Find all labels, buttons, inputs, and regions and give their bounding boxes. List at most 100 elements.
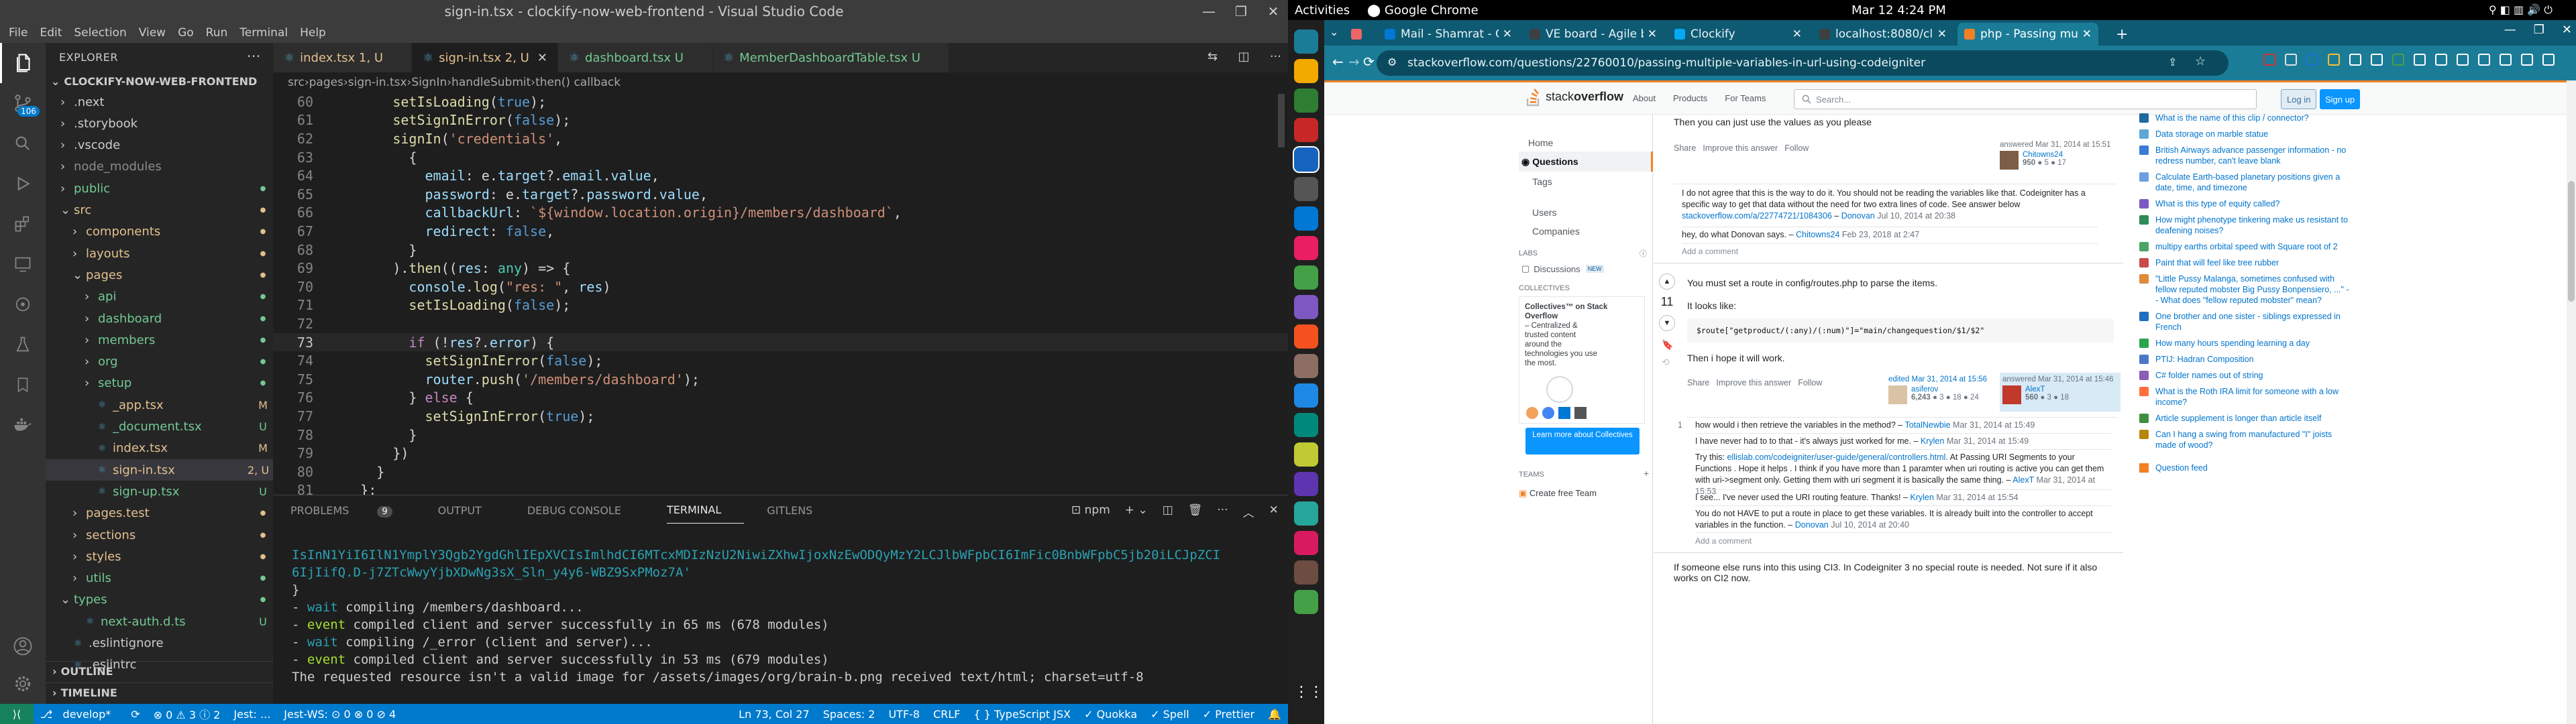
spell-indicator[interactable]: ✓ Spell (1150, 708, 1189, 721)
dock-app-icon[interactable] (1294, 354, 1318, 378)
testing-icon[interactable] (0, 324, 46, 365)
jest-indicator[interactable]: Jest: ... (233, 708, 270, 721)
comment-user[interactable]: Chitowns24 (1796, 230, 1839, 239)
code-line[interactable]: 74 setSignInError(false); (273, 351, 1288, 370)
close-icon[interactable]: ✕ (2562, 23, 2572, 37)
menu-item-file[interactable]: File (3, 26, 34, 40)
so-search-input[interactable]: Search... (1794, 89, 2257, 109)
hot-question[interactable]: "Little Pussy Malanga, sometimes confuse… (2139, 274, 2381, 306)
hot-question-link[interactable]: Data storage on marble statue (2155, 129, 2350, 139)
folder-item[interactable]: › pages.test ● (46, 503, 273, 524)
nav-users[interactable]: Users (1519, 202, 1653, 223)
tab-search-icon[interactable]: ⌄ (1330, 25, 1338, 38)
extension-icon[interactable] (2521, 54, 2533, 66)
extension-icon[interactable] (2285, 54, 2297, 66)
panel-tab-debug-console[interactable]: DEBUG CONSOLE (527, 497, 644, 524)
search-icon[interactable] (0, 123, 46, 164)
so-logo[interactable]: stackoverflow (1525, 86, 1623, 107)
code-line[interactable]: 70 console.log("res: ", res) (273, 278, 1288, 296)
code-line[interactable]: 75 router.push('/members/dashboard'); (273, 370, 1288, 389)
activities-button[interactable]: Activities (1295, 3, 1350, 17)
minimize-icon[interactable]: — (1195, 0, 1222, 23)
question-feed-link[interactable]: Question feed (2139, 463, 2381, 473)
close-tab-icon[interactable]: ✕ (537, 51, 547, 65)
hot-question-link[interactable]: What is the name of this clip / connecto… (2155, 113, 2350, 123)
pinned-tab[interactable] (1344, 23, 1374, 46)
hot-question[interactable]: How many hours spending learning a day (2139, 338, 2381, 349)
dock-app-icon[interactable] (1293, 146, 1320, 173)
browser-tab[interactable]: localhost:8080/clockify ✕ (1813, 23, 1953, 46)
code-line[interactable]: 77 setSignInError(true); (273, 407, 1288, 426)
sync-icon[interactable]: ⟳ (131, 708, 140, 721)
editor-scrollbar[interactable] (1278, 94, 1285, 147)
close-tab-icon[interactable]: ✕ (1937, 27, 1947, 41)
dock-app-icon[interactable] (1294, 88, 1318, 113)
avatar[interactable] (2000, 151, 2019, 170)
branch-indicator[interactable]: ⎇ develop* (40, 708, 117, 721)
dock-app-icon[interactable] (1294, 236, 1318, 260)
hot-question[interactable]: Can I hang a swing from manufactured "I"… (2139, 429, 2381, 450)
learn-collectives-button[interactable]: Learn more about Collectives (1525, 428, 1640, 455)
terminal-output[interactable]: IsInN1YiI6IlN1YmplY3Qgb2YgdGhlIEpXVCIsIm… (292, 546, 1285, 686)
folder-item[interactable]: › styles ● (46, 546, 273, 567)
improve-link[interactable]: Improve this answer (1703, 143, 1778, 153)
scrollbar-thumb[interactable] (2568, 181, 2575, 302)
folder-item[interactable]: › api ● (46, 286, 273, 308)
breadcrumb-item[interactable]: then() callback (535, 76, 621, 89)
panel-tab-terminal[interactable]: TERMINAL (666, 497, 745, 524)
split-terminal-icon[interactable]: ◫ (1163, 503, 1173, 520)
folder-item[interactable]: › .next (46, 91, 273, 113)
folder-item[interactable]: › layouts ● (46, 243, 273, 264)
hot-question-link[interactable]: multipy earths orbital speed with Square… (2155, 241, 2350, 252)
outline-section[interactable]: › OUTLINE (46, 661, 273, 681)
code-line[interactable]: 80 } (273, 463, 1288, 481)
hot-question-link[interactable]: One brother and one sister - siblings ex… (2155, 311, 2350, 333)
user-link[interactable]: Chitowns24 (2023, 151, 2066, 159)
menu-item-run[interactable]: Run (200, 26, 234, 40)
hot-question-link[interactable]: How might phenotype tinkering make us re… (2155, 215, 2350, 236)
folder-item[interactable]: › members ● (46, 329, 273, 351)
hot-question[interactable]: Data storage on marble statue (2139, 129, 2381, 139)
code-line[interactable]: 61 setSignInError(false); (273, 111, 1288, 130)
extension-icon[interactable] (2457, 54, 2469, 66)
file-item[interactable]: ⚛ next-auth.d.ts U (46, 611, 273, 632)
restore-icon[interactable]: ❐ (2534, 23, 2544, 37)
new-tab-icon[interactable]: + (2109, 23, 2135, 46)
nav-home[interactable]: Home (1519, 133, 1653, 153)
hot-question[interactable]: What is the name of this clip / connecto… (2139, 113, 2381, 123)
extension-icon[interactable] (2392, 54, 2404, 66)
dock-app-icon[interactable] (1294, 590, 1318, 614)
dock-app-icon[interactable] (1294, 531, 1318, 555)
timeline-section[interactable]: › TIMELINE (46, 682, 273, 703)
browser-tab[interactable]: php - Passing multiple va ✕ (1957, 23, 2098, 46)
code-line[interactable]: 67 redirect: false, (273, 222, 1288, 241)
extension-icon[interactable] (2414, 54, 2426, 66)
close-tab-icon[interactable]: ✕ (2082, 27, 2092, 41)
dock-app-icon[interactable] (1294, 383, 1318, 408)
code-line[interactable]: 66 callbackUrl: `${window.location.origi… (273, 204, 1288, 223)
prettier-indicator[interactable]: ✓ Prettier (1203, 708, 1254, 721)
folder-item[interactable]: › components ● (46, 221, 273, 243)
dock-app-icon[interactable] (1294, 177, 1318, 201)
improve-link[interactable]: Improve this answer (1716, 378, 1791, 387)
editor-tab[interactable]: ⚛ dashboard.tsx U (557, 43, 712, 72)
history-icon[interactable]: ⟲ (1662, 357, 1670, 368)
dock-app-icon[interactable] (1294, 265, 1318, 290)
code-editor[interactable]: 60 setIsLoading(true); 61 setSignInError(… (273, 93, 1288, 517)
breadcrumb-item[interactable]: src (288, 76, 305, 89)
hot-question-link[interactable]: Can I hang a swing from manufactured "I"… (2155, 429, 2350, 450)
panel-tab-output[interactable]: OUTPUT (438, 497, 504, 524)
explorer-icon[interactable] (0, 43, 46, 83)
follow-link[interactable]: Follow (1784, 143, 1809, 153)
user-link[interactable]: asiferov (1911, 385, 1979, 394)
folder-item[interactable]: › org ● (46, 351, 273, 373)
comment-user[interactable]: TotalNewbie (1904, 420, 1950, 430)
file-item[interactable]: ⚛ .eslintignore (46, 633, 273, 654)
compare-icon[interactable]: ⇆ (1208, 50, 1218, 66)
browser-tab[interactable]: Clockify ✕ (1668, 23, 1809, 46)
nav-questions[interactable]: ◉ Questions (1519, 152, 1653, 172)
remote-indicator-icon[interactable]: ⟩⟨ (0, 704, 34, 724)
line-ending[interactable]: CRLF (933, 708, 960, 721)
user-link[interactable]: AlexT (2025, 385, 2069, 394)
code-line[interactable]: 79 }) (273, 444, 1288, 463)
